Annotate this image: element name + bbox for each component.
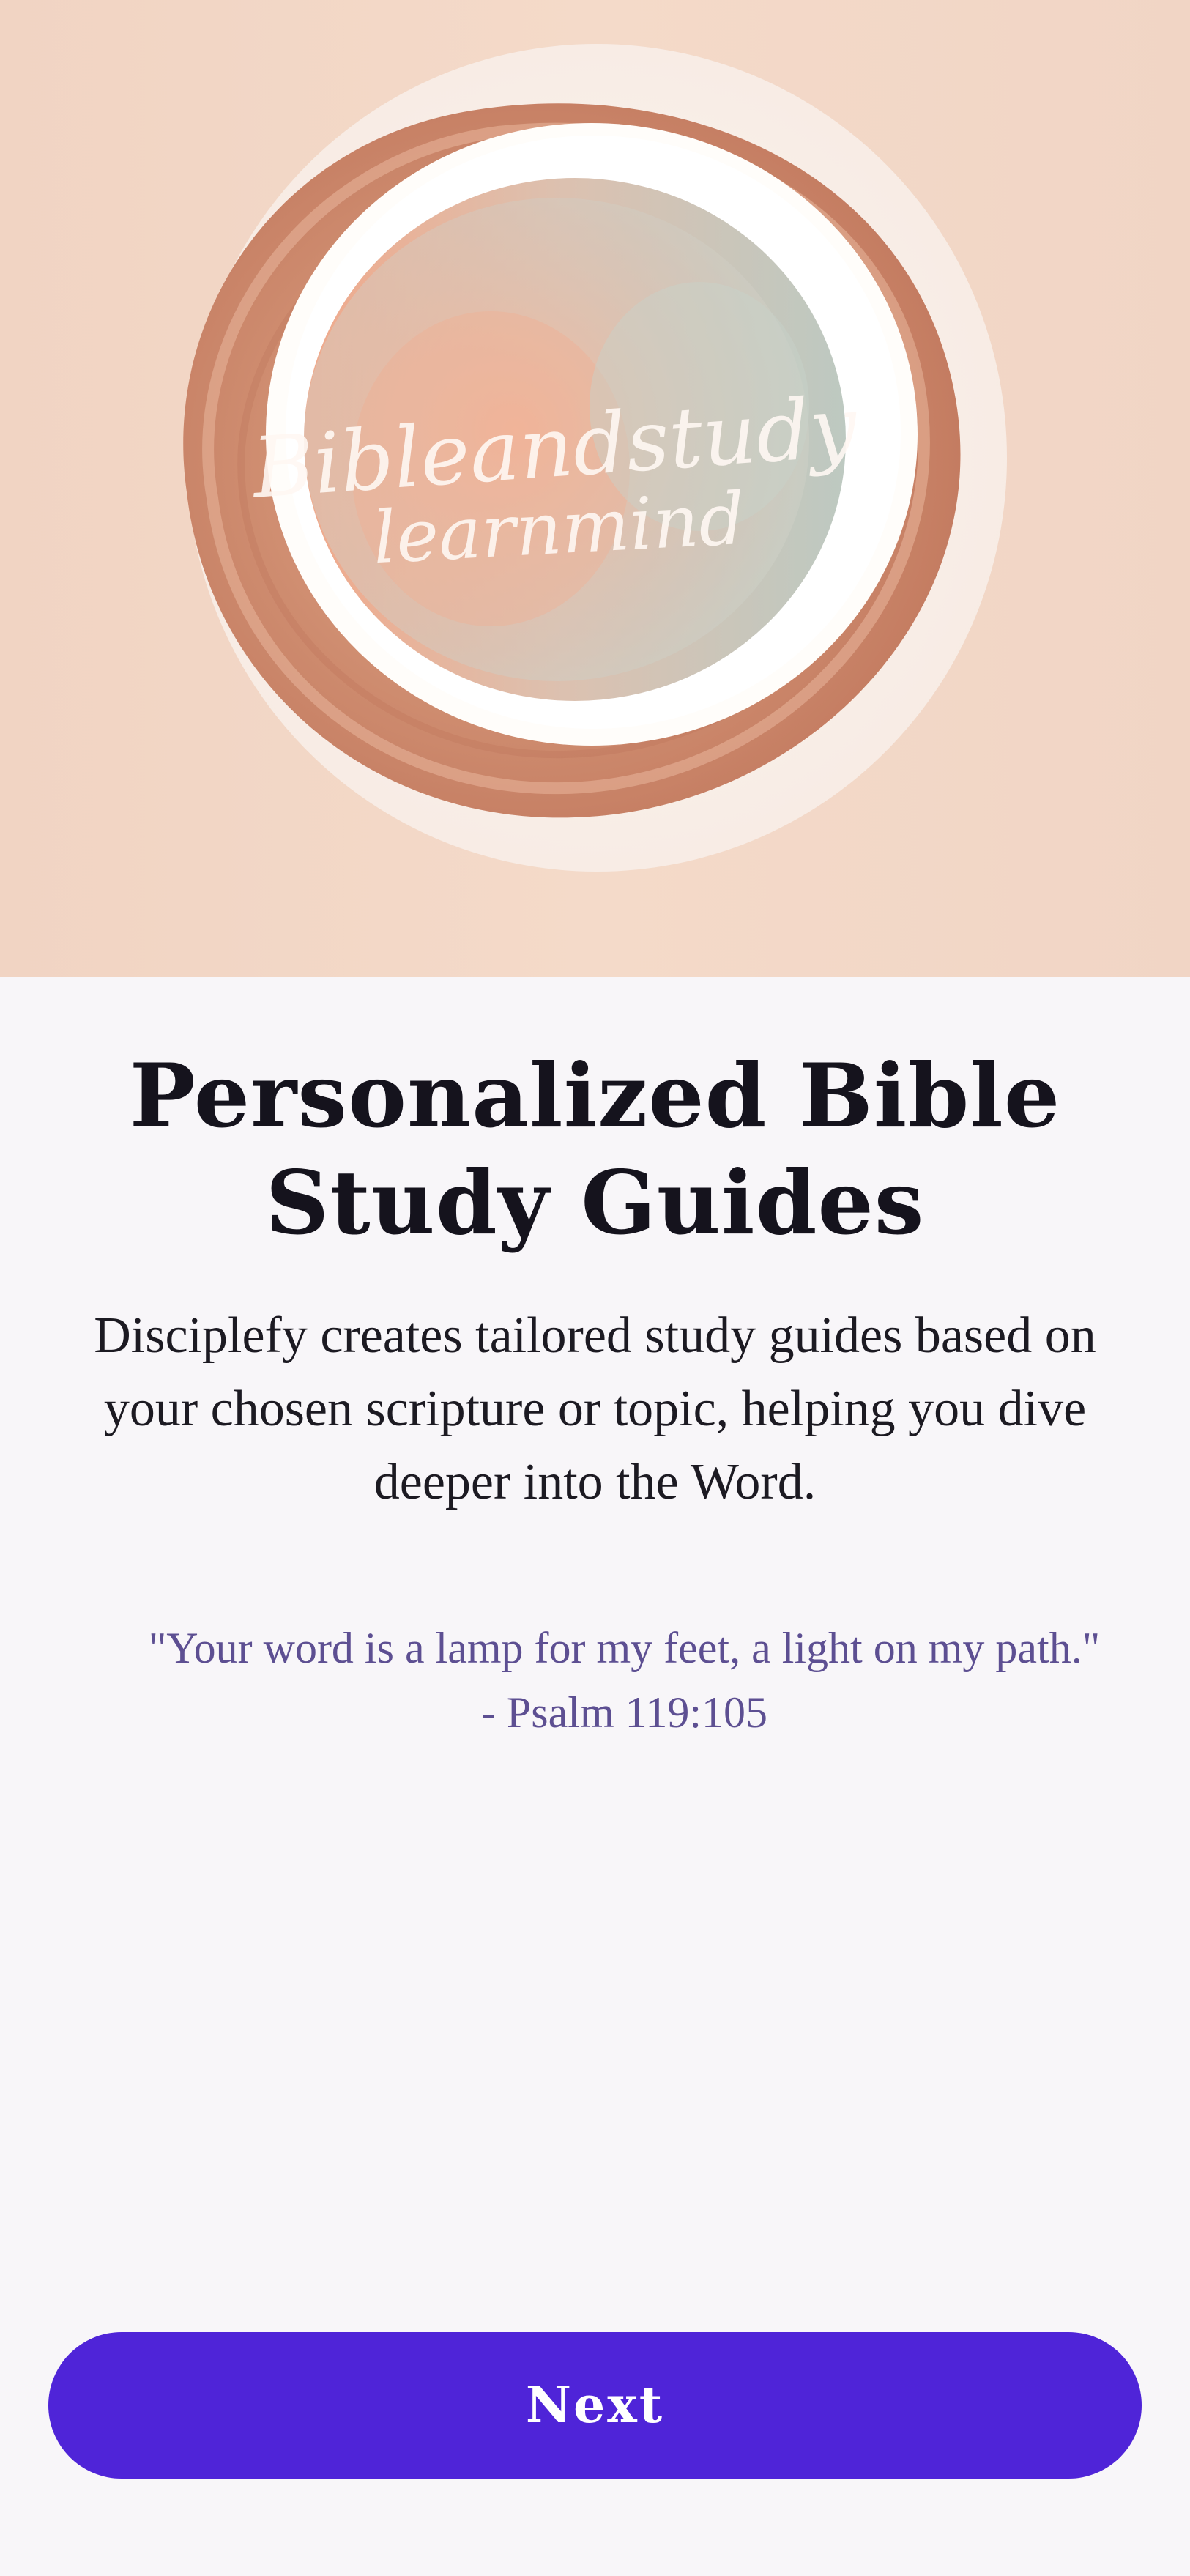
next-button[interactable]: Next bbox=[48, 2332, 1142, 2479]
circular-logo-illustration: Bibleandstudy learnmind bbox=[183, 44, 1007, 872]
quote-text: "Your word is a lamp for my feet, a ligh… bbox=[148, 1624, 1101, 1672]
page-title: Personalized Bible Study Guides bbox=[129, 1044, 1061, 1255]
onboarding-content: Personalized Bible Study Guides Disciple… bbox=[0, 977, 1190, 2576]
quote-reference: - Psalm 119:105 bbox=[480, 1688, 768, 1737]
feature-description: Disciplefy creates tailored study guides… bbox=[94, 1307, 1096, 1510]
scripture-quote: "Your word is a lamp for my feet, a ligh… bbox=[66, 1616, 1183, 1745]
hero-illustration: Bibleandstudy learnmind bbox=[0, 0, 1190, 977]
